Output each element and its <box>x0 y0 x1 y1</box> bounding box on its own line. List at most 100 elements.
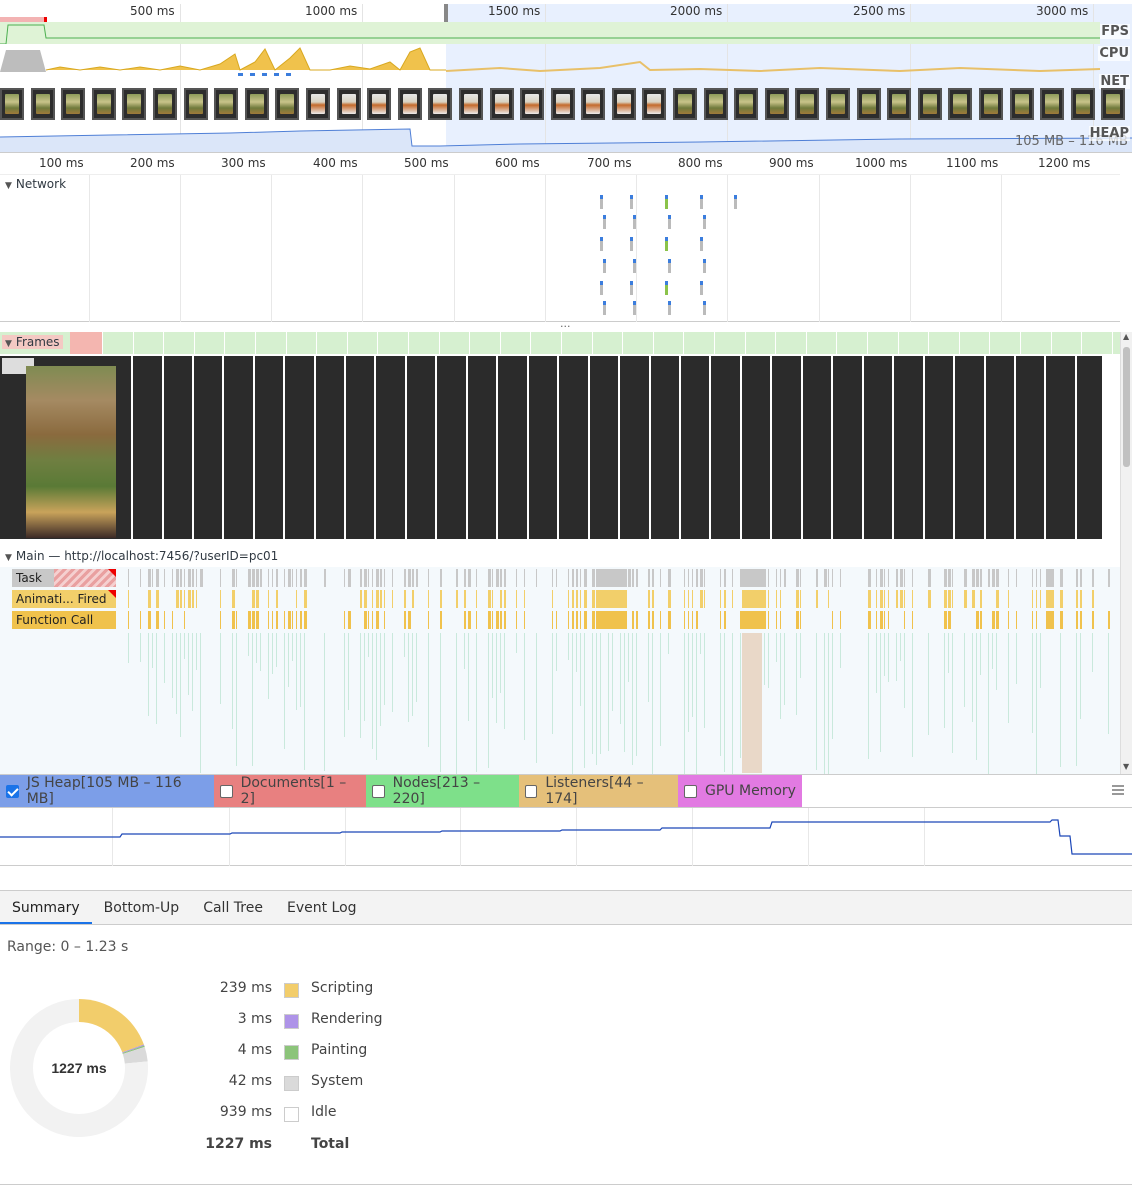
trace-event[interactable] <box>184 569 185 587</box>
trace-subevent[interactable] <box>596 633 597 765</box>
trace-event[interactable] <box>704 569 705 587</box>
frame-screenshot[interactable] <box>407 356 437 539</box>
network-request-bar[interactable] <box>665 237 668 251</box>
trace-subevent[interactable] <box>576 633 577 672</box>
trace-event[interactable] <box>376 569 379 587</box>
network-request-bar[interactable] <box>700 195 703 209</box>
trace-event[interactable] <box>764 569 766 587</box>
trace-subevent[interactable] <box>556 633 557 671</box>
trace-event[interactable] <box>660 611 661 629</box>
trace-subevent[interactable] <box>504 633 505 729</box>
trace-subevent[interactable] <box>624 633 625 752</box>
trace-event[interactable] <box>904 569 905 587</box>
frame-cell[interactable] <box>530 332 560 354</box>
trace-subevent[interactable] <box>516 633 517 653</box>
trace-subevent[interactable] <box>348 633 349 710</box>
trace-event[interactable] <box>912 611 913 629</box>
trace-subevent[interactable] <box>592 633 593 754</box>
filmstrip-thumbnail[interactable] <box>458 88 483 120</box>
filmstrip-thumbnail[interactable] <box>30 88 55 120</box>
trace-event[interactable] <box>500 611 502 629</box>
trace-event[interactable] <box>128 611 129 629</box>
trace-subevent[interactable] <box>184 633 185 659</box>
trace-event[interactable] <box>176 569 179 587</box>
trace-event[interactable] <box>256 611 259 629</box>
trace-event[interactable] <box>296 590 297 608</box>
frame-screenshot[interactable] <box>559 356 590 539</box>
trace-subevent[interactable] <box>304 633 305 770</box>
trace-event[interactable] <box>500 569 502 587</box>
trace-event[interactable] <box>980 611 982 629</box>
trace-event[interactable] <box>880 611 883 629</box>
filmstrip-thumbnail[interactable] <box>152 88 177 120</box>
trace-subevent[interactable] <box>976 633 977 760</box>
frame-cell[interactable] <box>989 332 1019 354</box>
trace-subevent[interactable] <box>1016 633 1017 684</box>
frame-cell[interactable] <box>867 332 897 354</box>
trace-subevent[interactable] <box>488 633 489 768</box>
trace-subevent[interactable] <box>524 633 525 740</box>
trace-event[interactable] <box>464 611 466 629</box>
trace-subevent[interactable] <box>192 633 193 711</box>
trace-subevent[interactable] <box>220 633 221 704</box>
trace-event[interactable] <box>904 590 905 608</box>
trace-subevent[interactable] <box>880 633 881 752</box>
trace-event[interactable] <box>504 590 506 608</box>
trace-event[interactable] <box>592 569 595 587</box>
trace-event[interactable] <box>684 611 685 629</box>
filmstrip-thumbnail[interactable] <box>489 88 514 120</box>
trace-subevent[interactable] <box>840 633 841 668</box>
trace-event[interactable] <box>236 611 237 629</box>
trace-subevent[interactable] <box>980 633 981 675</box>
frame-cell[interactable] <box>653 332 683 354</box>
trace-event[interactable] <box>584 611 587 629</box>
network-request-bar[interactable] <box>603 215 606 229</box>
frames-track[interactable]: ▼ Frames <box>0 332 1120 354</box>
frame-cell[interactable] <box>194 332 224 354</box>
filmstrip-thumbnail[interactable] <box>887 88 912 120</box>
trace-event[interactable] <box>276 590 278 608</box>
network-request-bar[interactable] <box>603 259 606 273</box>
trace-subevent[interactable] <box>300 633 301 707</box>
trace-event[interactable] <box>148 590 151 608</box>
trace-event[interactable] <box>488 590 491 608</box>
frame-screenshot[interactable] <box>803 356 833 539</box>
trace-event[interactable] <box>440 590 442 608</box>
trace-event[interactable] <box>832 611 833 629</box>
trace-event[interactable] <box>248 611 251 629</box>
network-request-bar[interactable] <box>633 215 636 229</box>
trace-event[interactable] <box>648 569 650 587</box>
trace-event[interactable] <box>412 590 414 608</box>
trace-subevent[interactable] <box>800 633 801 678</box>
trace-subevent[interactable] <box>600 633 601 754</box>
trace-event[interactable] <box>780 590 781 608</box>
trace-event[interactable] <box>252 590 255 608</box>
filmstrip-thumbnail[interactable] <box>948 88 973 120</box>
trace-event[interactable] <box>668 611 671 629</box>
trace-event[interactable] <box>724 611 726 629</box>
trace-event[interactable] <box>376 611 379 629</box>
trace-event[interactable] <box>1046 611 1054 629</box>
trace-subevent[interactable] <box>992 633 993 669</box>
frame-screenshot[interactable] <box>468 356 498 539</box>
trace-event[interactable] <box>404 569 406 587</box>
trace-event[interactable] <box>384 569 385 587</box>
trace-event[interactable] <box>896 590 898 608</box>
trace-event[interactable] <box>1080 590 1082 608</box>
trace-subevent[interactable] <box>668 633 669 654</box>
trace-subevent[interactable] <box>780 633 781 719</box>
trace-event[interactable] <box>552 611 553 629</box>
trace-event[interactable] <box>828 569 829 587</box>
trace-event[interactable] <box>944 590 947 608</box>
trace-subevent[interactable] <box>428 633 429 747</box>
trace-event[interactable] <box>1080 611 1082 629</box>
trace-event[interactable] <box>1076 590 1078 608</box>
filmstrip-thumbnail[interactable] <box>367 88 392 120</box>
trace-event[interactable] <box>152 569 153 587</box>
trace-event[interactable] <box>580 611 581 629</box>
trace-event[interactable] <box>796 569 799 587</box>
trace-event[interactable] <box>304 590 307 608</box>
checkbox[interactable] <box>220 784 233 798</box>
trace-subevent[interactable] <box>236 633 237 766</box>
trace-event[interactable] <box>876 611 877 629</box>
